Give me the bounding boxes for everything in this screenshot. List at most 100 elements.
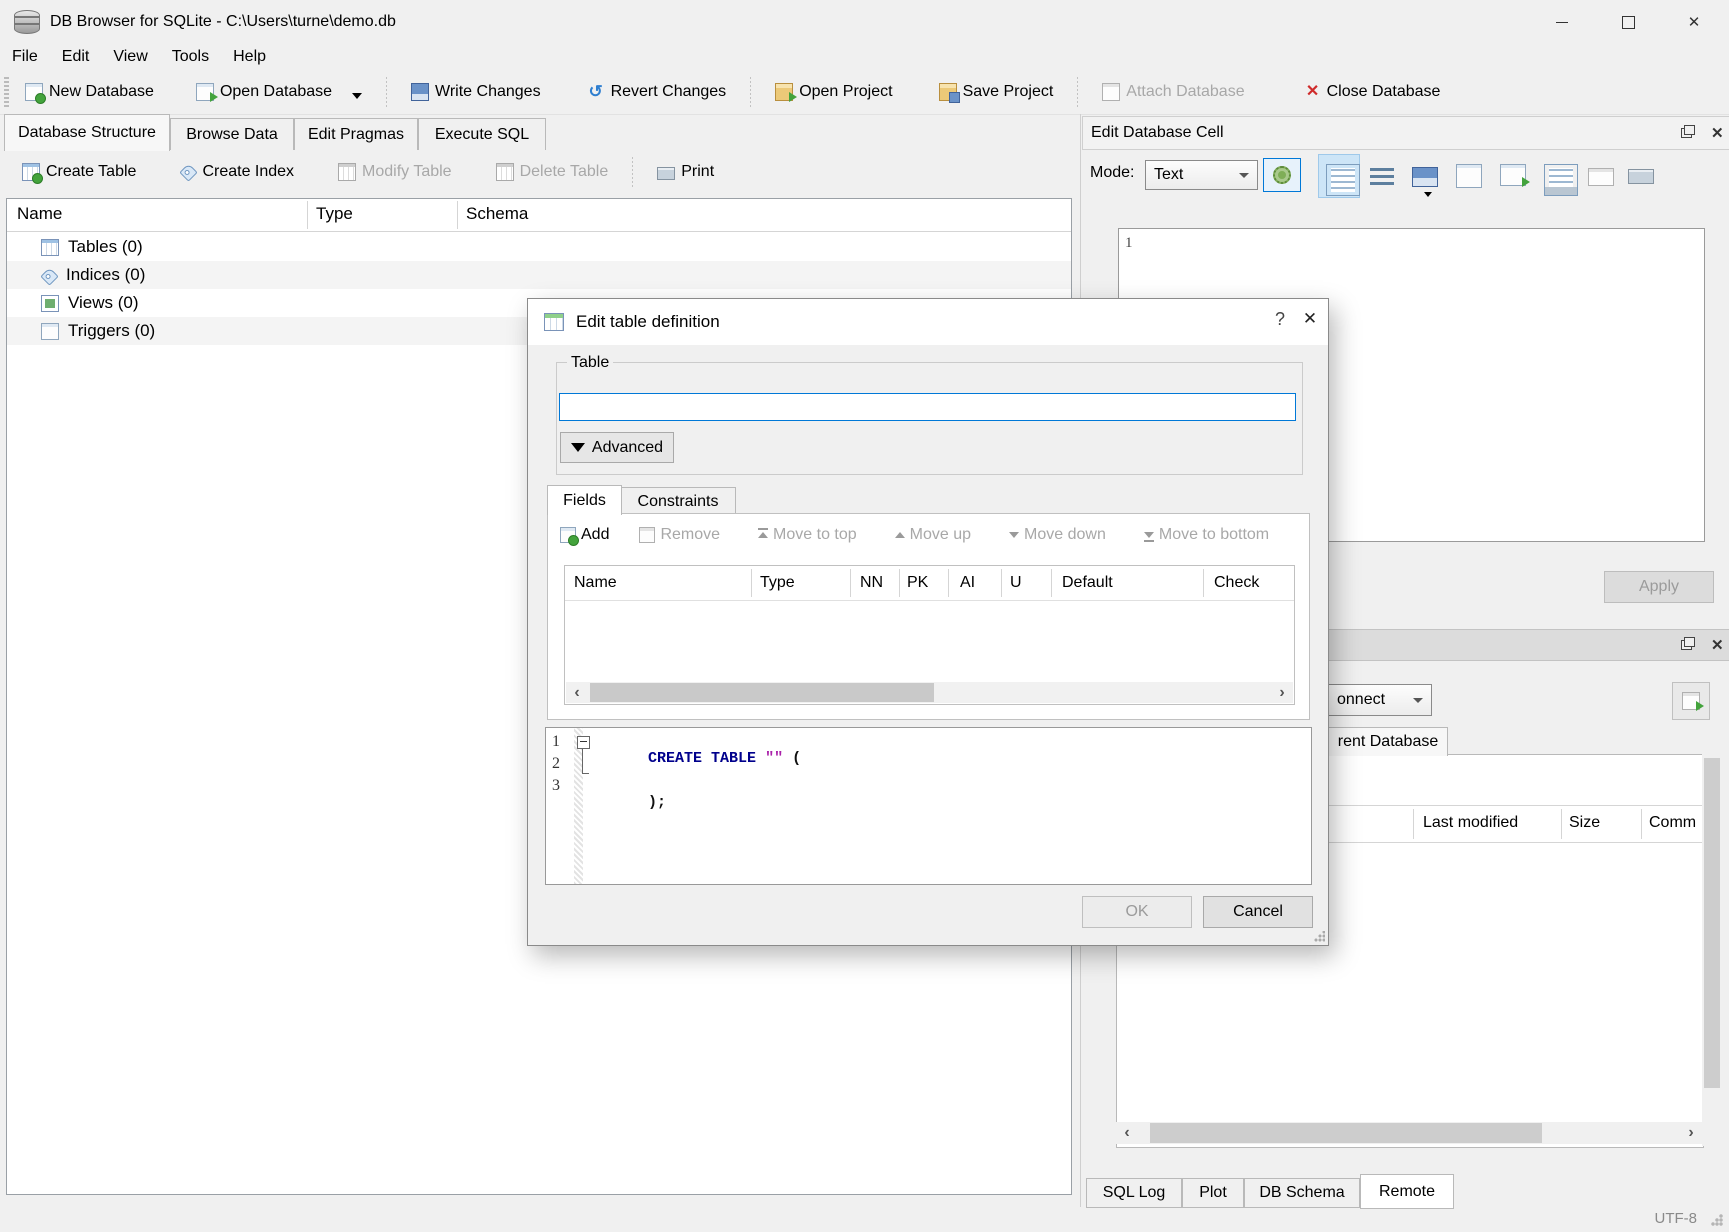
delete-table-button[interactable]: Delete Table <box>486 157 619 187</box>
col-ai[interactable]: AI <box>960 566 975 600</box>
float-panel-icon[interactable] <box>1681 128 1692 138</box>
column-divider[interactable] <box>1203 569 1204 597</box>
import-data-icon[interactable] <box>1412 167 1438 187</box>
ok-button[interactable]: OK <box>1082 896 1192 928</box>
advanced-button[interactable]: Advanced <box>560 432 674 463</box>
modify-table-button[interactable]: Modify Table <box>328 157 462 187</box>
print-cell-icon[interactable] <box>1628 169 1654 184</box>
column-divider[interactable] <box>948 569 949 597</box>
window-resize-grip[interactable] <box>1711 1214 1723 1226</box>
create-table-button[interactable]: Create Table <box>12 157 146 187</box>
tab-database-structure[interactable]: Database Structure <box>4 114 170 151</box>
remote-vertical-scrollbar[interactable] <box>1702 754 1722 1146</box>
open-database-dropdown-icon[interactable] <box>352 93 362 99</box>
move-to-top-button[interactable]: Move to top <box>750 522 865 548</box>
column-divider[interactable] <box>899 569 900 597</box>
push-database-button[interactable] <box>1672 682 1710 720</box>
col-pk[interactable]: PK <box>907 566 928 600</box>
dialog-help-button[interactable]: ? <box>1266 309 1294 335</box>
write-changes-button[interactable]: Write Changes <box>401 77 551 107</box>
move-down-button[interactable]: Move down <box>1001 522 1114 548</box>
toolbar-drag-handle[interactable] <box>4 77 9 107</box>
tree-row-indices[interactable]: Indices (0) <box>7 261 1071 289</box>
tree-column-name[interactable]: Name <box>17 204 62 224</box>
column-divider[interactable] <box>1413 809 1414 839</box>
col-name[interactable]: Name <box>574 566 617 600</box>
import-dropdown-icon[interactable] <box>1424 192 1432 197</box>
attach-database-button[interactable]: Attach Database <box>1092 77 1254 107</box>
open-database-button[interactable]: Open Database <box>186 77 372 107</box>
revert-changes-button[interactable]: ↺ Revert Changes <box>577 77 737 107</box>
link-cell-icon[interactable] <box>1544 164 1578 196</box>
col-default[interactable]: Default <box>1062 566 1113 600</box>
scroll-right-icon[interactable]: › <box>1680 1124 1702 1142</box>
word-wrap-icon[interactable] <box>1370 164 1394 188</box>
col-check[interactable]: Check <box>1214 566 1259 600</box>
scrollbar-thumb[interactable] <box>1150 1123 1542 1143</box>
column-divider[interactable] <box>457 201 458 229</box>
tab-sql-log[interactable]: SQL Log <box>1086 1178 1182 1208</box>
table-name-input[interactable] <box>559 393 1296 421</box>
col-u[interactable]: U <box>1010 566 1022 600</box>
col-type[interactable]: Type <box>760 566 795 600</box>
scroll-left-icon[interactable]: ‹ <box>566 684 588 702</box>
export-data-icon[interactable] <box>1456 164 1482 188</box>
menu-view[interactable]: View <box>101 45 159 69</box>
column-divider[interactable] <box>751 569 752 597</box>
column-divider[interactable] <box>1001 569 1002 597</box>
dialog-close-button[interactable]: ✕ <box>1296 309 1324 335</box>
tree-column-type[interactable]: Type <box>316 204 353 224</box>
remote-current-database-tab[interactable]: rent Database <box>1328 727 1448 756</box>
scroll-left-icon[interactable]: ‹ <box>1116 1124 1138 1142</box>
column-divider[interactable] <box>307 201 308 229</box>
tab-plot[interactable]: Plot <box>1182 1178 1244 1208</box>
mode-select[interactable]: Text <box>1145 160 1258 190</box>
menu-edit[interactable]: Edit <box>50 45 102 69</box>
col-nn[interactable]: NN <box>860 566 883 600</box>
tab-remote[interactable]: Remote <box>1360 1174 1454 1209</box>
tab-browse-data[interactable]: Browse Data <box>170 118 294 150</box>
new-database-button[interactable]: New Database <box>15 77 164 107</box>
move-to-bottom-button[interactable]: Move to bottom <box>1136 522 1277 548</box>
remote-column-size[interactable]: Size <box>1569 814 1600 832</box>
dialog-tab-constraints[interactable]: Constraints <box>620 487 736 515</box>
create-index-button[interactable]: Create Index <box>170 157 304 187</box>
menu-file[interactable]: File <box>0 45 50 69</box>
maximize-button[interactable] <box>1600 0 1656 44</box>
save-project-button[interactable]: Save Project <box>929 77 1064 107</box>
column-divider[interactable] <box>1641 809 1642 839</box>
close-panel-icon[interactable]: ✕ <box>1711 636 1724 654</box>
scroll-right-icon[interactable]: › <box>1271 684 1293 702</box>
print-button[interactable]: Print <box>647 157 724 187</box>
scrollbar-thumb[interactable] <box>590 683 934 702</box>
move-up-button[interactable]: Move up <box>887 522 979 548</box>
dialog-tab-fields[interactable]: Fields <box>547 485 622 515</box>
menu-help[interactable]: Help <box>221 45 278 69</box>
column-divider[interactable] <box>1051 569 1052 597</box>
tree-column-schema[interactable]: Schema <box>466 204 528 224</box>
tab-edit-pragmas[interactable]: Edit Pragmas <box>294 118 418 150</box>
close-button[interactable]: ✕ <box>1666 0 1722 44</box>
fields-horizontal-scrollbar[interactable]: ‹ › <box>566 682 1293 703</box>
add-field-button[interactable]: Add <box>552 522 617 548</box>
remove-field-button[interactable]: Remove <box>631 522 728 548</box>
close-database-button[interactable]: ✕ Close Database <box>1295 77 1451 107</box>
apply-button[interactable]: Apply <box>1604 571 1714 603</box>
minimize-button[interactable] <box>1534 0 1590 44</box>
cell-settings-button[interactable] <box>1263 158 1301 192</box>
scrollbar-thumb[interactable] <box>1704 758 1720 1088</box>
column-divider[interactable] <box>850 569 851 597</box>
null-cell-icon[interactable] <box>1588 168 1614 186</box>
cancel-button[interactable]: Cancel <box>1203 896 1313 928</box>
float-panel-icon[interactable] <box>1681 640 1692 650</box>
column-divider[interactable] <box>1561 809 1562 839</box>
remote-connect-select[interactable]: onnect <box>1328 684 1432 716</box>
remote-horizontal-scrollbar[interactable]: ‹ › <box>1116 1122 1702 1144</box>
tab-execute-sql[interactable]: Execute SQL <box>418 118 546 150</box>
open-project-button[interactable]: Open Project <box>765 77 902 107</box>
menu-tools[interactable]: Tools <box>160 45 221 69</box>
open-in-app-icon[interactable] <box>1500 164 1526 186</box>
code-fold-icon[interactable] <box>577 736 590 749</box>
tab-db-schema[interactable]: DB Schema <box>1244 1178 1360 1208</box>
remote-column-last-modified[interactable]: Last modified <box>1423 814 1518 832</box>
